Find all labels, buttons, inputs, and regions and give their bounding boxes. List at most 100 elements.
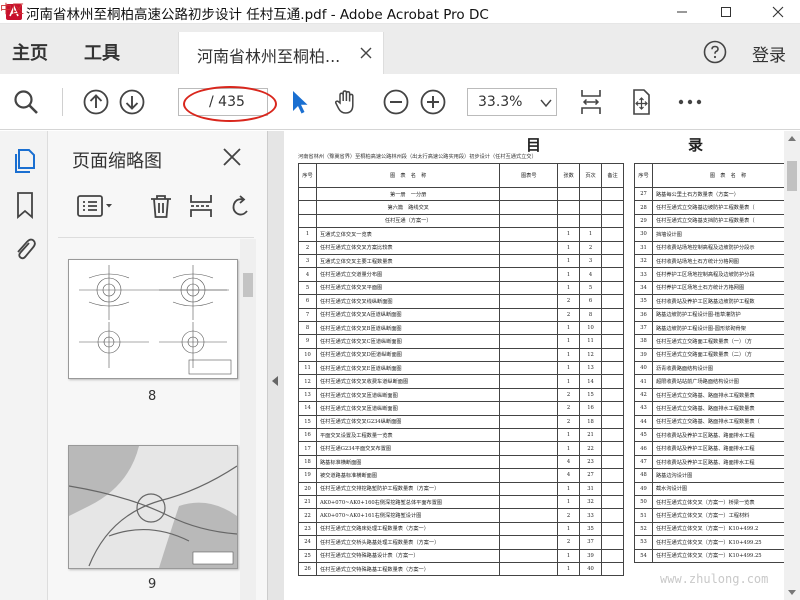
table-row: 25 任村互通式立交特殊路基设计表（方案一） 1 39: [298, 548, 624, 563]
zoom-dropdown[interactable]: 33.3%: [467, 88, 557, 116]
hand-tool-icon[interactable]: [332, 88, 360, 116]
menu-home[interactable]: 主页: [12, 39, 48, 65]
row-remark: [601, 454, 624, 470]
row-fig: [499, 521, 559, 537]
collapse-panel-icon[interactable]: [270, 375, 280, 387]
row-remark: [601, 481, 624, 496]
panel-scrollbar-thumb[interactable]: [243, 273, 253, 297]
table-row: 42 任村互通式立交路基、路面排水工程数量表: [634, 387, 784, 403]
page-thumbnail[interactable]: [68, 259, 238, 379]
thumbnail-options-icon[interactable]: [76, 193, 114, 219]
close-tab-icon[interactable]: [359, 46, 373, 60]
row-sheets: 1: [557, 521, 581, 537]
col-page: 页次: [579, 163, 603, 188]
row-seq: 41: [634, 374, 653, 389]
row-seq: 47: [634, 454, 653, 470]
zoom-in-icon[interactable]: [419, 88, 447, 116]
table-row: 52 任村互通式立体交叉（方案一）K10+499.2: [634, 521, 784, 537]
row-sheets: 2: [557, 401, 581, 416]
row-name: 任村互通式立体交叉B匝道纵断面图: [315, 320, 501, 336]
full-screen-icon[interactable]: [627, 88, 655, 116]
search-icon[interactable]: [12, 88, 40, 116]
row-sheets: 2: [557, 294, 581, 309]
row-fig: [499, 294, 559, 309]
document-scrollbar[interactable]: [784, 131, 800, 600]
row-seq: 34: [634, 280, 653, 296]
scroll-down-icon[interactable]: [788, 588, 796, 596]
table-row: 5 任村互通式立体交叉平面图 1 5: [298, 280, 624, 296]
more-options-icon[interactable]: [676, 88, 704, 116]
help-icon[interactable]: [703, 40, 727, 64]
row-remark: [601, 374, 624, 389]
table-row: 32 任村收费站场地土石方统计分格网图: [634, 253, 784, 269]
next-page-icon[interactable]: [118, 88, 146, 116]
row-name: 任村互通式立交路床处理工程数量表（方案一）: [315, 521, 501, 537]
row-fig: [499, 280, 559, 296]
close-icon: [772, 6, 784, 18]
row-page: 32: [579, 494, 603, 510]
row-sheets: 1: [557, 267, 581, 282]
table-header-row: 序号 图 表 名 称 图表号 张数 页次 备注: [298, 163, 624, 188]
row-name: 任村互通式立体交叉（方案一）K10+499.2: [651, 521, 784, 537]
row-name: 任村互通式立交桥头路基处理工程数量表（方案一）: [315, 535, 501, 550]
row-fig: [499, 494, 559, 510]
page-thumbnails-icon[interactable]: [12, 147, 38, 175]
row-page: 5: [579, 280, 603, 296]
col-name: 图 表 名 称: [651, 163, 784, 188]
row-page: 39: [579, 548, 603, 563]
row-seq: 10: [298, 347, 317, 363]
row-name: 任村互通式立体交叉方案比较表: [315, 240, 501, 255]
close-window-button[interactable]: [756, 0, 800, 24]
page-thumbnail[interactable]: [68, 445, 238, 569]
bookmarks-icon[interactable]: [12, 191, 38, 219]
row-name: 任村互通式立交路基边坡防护工程数量表（: [651, 200, 784, 215]
row-fig: [499, 320, 559, 336]
empty-cell: [557, 186, 581, 202]
rotate-page-icon[interactable]: [228, 193, 254, 219]
attachments-icon[interactable]: [12, 235, 38, 263]
row-name: 任村互通式立交路基、路面排水工程数量表: [651, 387, 784, 403]
empty-cell: [557, 200, 581, 215]
menu-tools[interactable]: 工具: [84, 39, 120, 65]
signin-link[interactable]: 登录: [752, 41, 786, 66]
table-row: 4 任村互通式立交道量分布图 1 4: [298, 267, 624, 282]
col-seq: 序号: [298, 163, 317, 188]
select-cursor-icon[interactable]: [286, 88, 314, 116]
row-sheets: 1: [557, 481, 581, 496]
toc-heading-right: 录: [688, 136, 704, 154]
table-row: 53 任村互通式立体交叉（方案一）K10+499.25: [634, 535, 784, 550]
document-scrollbar-thumb[interactable]: [787, 161, 797, 191]
row-sheets: 1: [557, 240, 581, 255]
document-tab[interactable]: 河南省林州至桐柏...: [178, 32, 384, 74]
row-seq: 14: [298, 401, 317, 416]
row-remark: [601, 387, 624, 403]
row-fig: [499, 240, 559, 255]
row-page: 31: [579, 481, 603, 496]
row-seq: 18: [298, 454, 317, 470]
close-panel-icon[interactable]: [222, 147, 242, 167]
row-sheets: 1: [557, 320, 581, 336]
minimize-button[interactable]: [660, 0, 704, 24]
row-name: 路基边坡防护工程设计图-圆形浆砌骨架: [651, 320, 784, 336]
row-seq: 6: [298, 294, 317, 309]
panel-scrollbar[interactable]: [240, 239, 256, 600]
row-fig: [499, 401, 559, 416]
row-seq: 29: [634, 213, 653, 229]
row-page: 13: [579, 361, 603, 376]
zoom-out-icon[interactable]: [382, 88, 410, 116]
document-viewport: 目 录 河南省林州（豫冀省界）至桐柏高速公路林州段（出太行高速公路实用段）初步设…: [268, 131, 800, 600]
row-page: 2: [579, 240, 603, 255]
table-row: 45 任村收费站及养护工区路基、路面排水工程: [634, 428, 784, 443]
fit-width-icon[interactable]: [577, 88, 605, 116]
scroll-up-icon[interactable]: [788, 135, 796, 143]
row-remark: [601, 253, 624, 269]
section-title: 第六篇 路线交叉: [315, 200, 501, 215]
extract-page-icon[interactable]: [188, 193, 214, 219]
maximize-button[interactable]: [704, 0, 748, 24]
table-row: 26 任村互通式立交特殊路基工程数量表（方案一） 1 40: [298, 561, 624, 577]
row-seq: 12: [298, 374, 317, 389]
delete-page-icon[interactable]: [148, 193, 174, 219]
previous-page-icon[interactable]: [82, 88, 110, 116]
panel-divider: [58, 237, 254, 238]
panel-title: 页面缩略图: [72, 151, 162, 172]
